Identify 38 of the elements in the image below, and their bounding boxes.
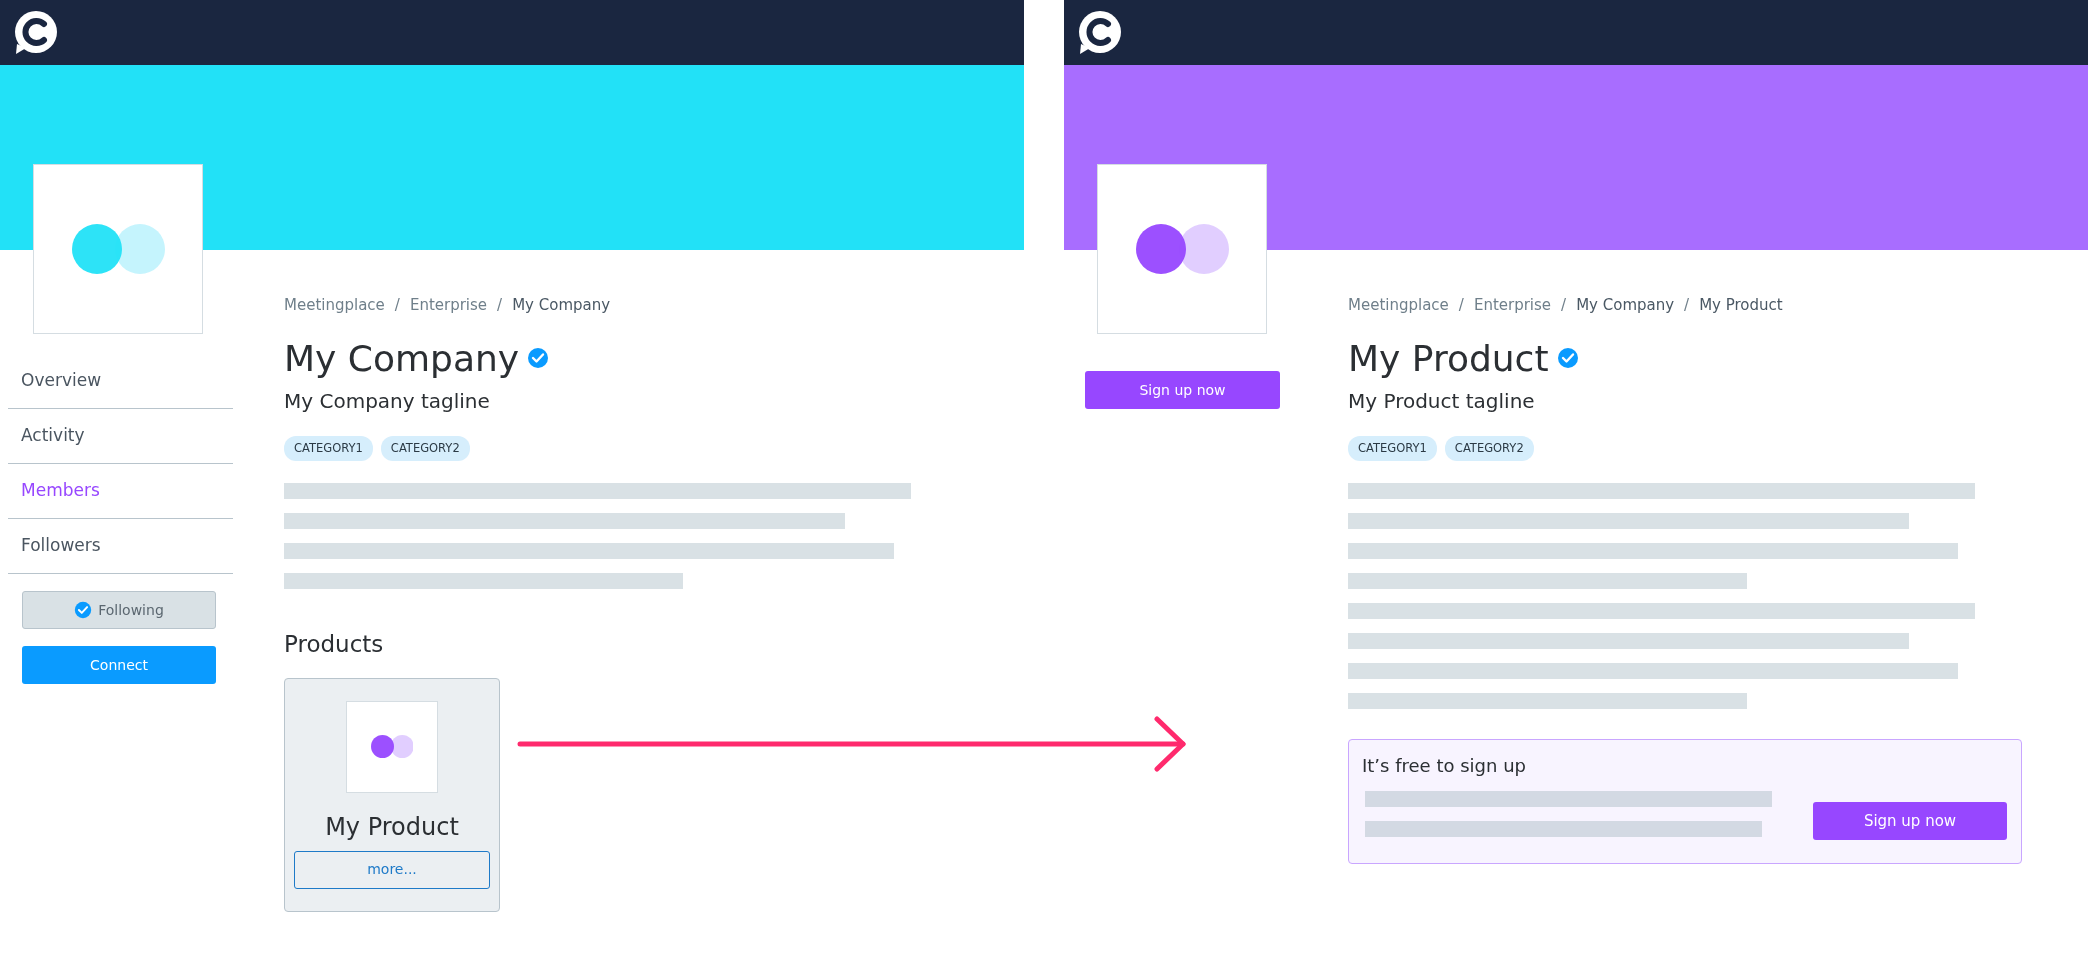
breadcrumb-link[interactable]: Enterprise [1473, 294, 1552, 317]
breadcrumb-link[interactable]: Meetingplace [284, 294, 385, 317]
following-button[interactable]: Following [22, 591, 216, 629]
breadcrumb-link[interactable]: My Company [512, 294, 611, 317]
logo-icon [370, 735, 414, 759]
breadcrumb-link[interactable]: My Company [1576, 294, 1675, 317]
product-name: My Product [325, 811, 459, 843]
tagline: My Product tagline [1348, 388, 1536, 416]
logo-icon [71, 224, 165, 274]
breadcrumb-link[interactable]: Enterprise [409, 294, 488, 317]
logo-icon[interactable] [1077, 9, 1123, 56]
category-tag[interactable]: CATEGORY1 [284, 436, 373, 462]
sign-up-button[interactable]: Sign up now [1813, 802, 2007, 841]
logo-icon[interactable] [13, 9, 59, 56]
nav-item[interactable]: Followers [8, 519, 233, 574]
category-tag[interactable]: CATEGORY1 [1348, 436, 1437, 462]
nav-item[interactable]: Activity [8, 409, 233, 464]
logo-icon [1135, 224, 1229, 274]
section-heading: Products [284, 630, 385, 660]
breadcrumb-separator: / [1684, 295, 1690, 316]
tagline: My Company tagline [284, 388, 491, 416]
sign-up-button[interactable]: Sign up now [1085, 371, 1280, 409]
more-button[interactable]: more... [294, 850, 490, 889]
breadcrumb-link[interactable]: My Product [1699, 294, 1783, 317]
product-card[interactable]: My Product more... [284, 677, 500, 912]
category-tag[interactable]: CATEGORY2 [1444, 436, 1534, 462]
page-title: My Product [1348, 338, 1549, 379]
breadcrumb-separator: / [1458, 295, 1464, 316]
breadcrumb-link[interactable]: Meetingplace [1348, 294, 1449, 317]
nav-item[interactable]: Overview [8, 354, 233, 409]
category-tag[interactable]: CATEGORY2 [380, 436, 470, 462]
page-title: My Company [284, 338, 520, 379]
breadcrumb-separator: / [497, 295, 503, 316]
check-icon [74, 601, 93, 619]
breadcrumb-separator: / [394, 295, 400, 316]
nav-item[interactable]: Members [8, 464, 233, 519]
signup-title: It’s free to sign up [1362, 754, 1527, 779]
breadcrumb-separator: / [1561, 295, 1567, 316]
